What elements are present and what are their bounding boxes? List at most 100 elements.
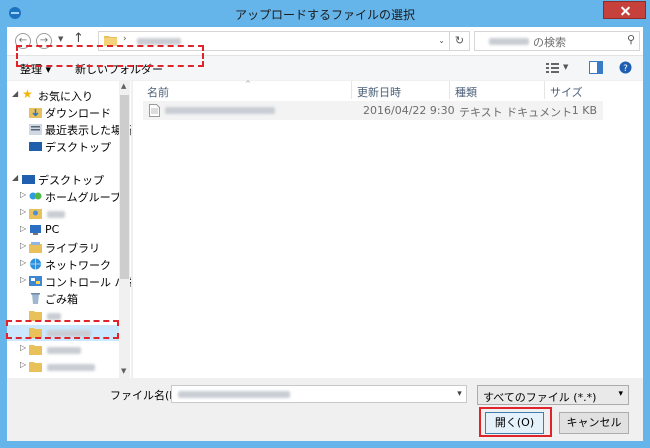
nav-desktop-label: デスクトップ bbox=[38, 174, 104, 187]
dialog-body: ← → ▼ ↑ › ⌄ ↻ の検索 ⚲ 整理 ▾ 新しいフォルダー ▼ ? ◢ … bbox=[7, 27, 643, 441]
column-divider[interactable] bbox=[351, 81, 352, 99]
nav-libraries-label: ライブラリ bbox=[45, 242, 100, 255]
file-dialog-window: アップロードするファイルの選択 ← → ▼ ↑ › ⌄ ↻ の検索 ⚲ 整理 ▾… bbox=[0, 0, 650, 448]
expand-arrow-icon[interactable]: ▷ bbox=[20, 343, 26, 352]
recent-places-icon bbox=[29, 124, 42, 135]
nav-homegroup-label: ホームグループ bbox=[45, 191, 122, 204]
column-header-size[interactable]: サイズ bbox=[550, 84, 583, 102]
blurred-user-name bbox=[47, 211, 65, 218]
file-list-pane: ^ 名前 更新日時 種類 サイズ 2016/04/22 9:30 テキスト ドキ… bbox=[16, 45, 643, 378]
downloads-folder-icon bbox=[29, 108, 42, 118]
desktop-icon bbox=[22, 175, 35, 184]
desktop-icon bbox=[29, 142, 42, 151]
recycle-bin-icon bbox=[31, 293, 40, 304]
column-header-name[interactable]: 名前 bbox=[147, 84, 169, 102]
scroll-thumb[interactable] bbox=[120, 95, 129, 279]
blurred-folder-name bbox=[47, 347, 81, 354]
nav-libraries[interactable]: ▷ ライブラリ bbox=[7, 240, 119, 256]
expand-arrow-icon[interactable]: ▷ bbox=[20, 207, 26, 216]
network-icon bbox=[30, 258, 41, 270]
column-divider[interactable] bbox=[544, 81, 545, 99]
expand-arrow-icon[interactable]: ▷ bbox=[20, 275, 26, 284]
file-type: テキスト ドキュメント bbox=[459, 106, 573, 119]
pc-icon bbox=[30, 225, 41, 235]
filter-dropdown-icon[interactable]: ▾ bbox=[618, 389, 623, 399]
file-type-filter[interactable]: すべてのファイル (*.*) ▾ bbox=[477, 385, 629, 405]
column-divider[interactable] bbox=[449, 81, 450, 99]
nav-desktop-favorite[interactable]: デスクトップ bbox=[7, 139, 119, 155]
view-dropdown-icon[interactable]: ▼ bbox=[563, 63, 568, 71]
recent-locations-icon[interactable]: ▼ bbox=[58, 35, 63, 43]
nav-scrollbar[interactable]: ▲ ▼ bbox=[119, 81, 130, 378]
title-bar[interactable]: アップロードするファイルの選択 bbox=[0, 0, 650, 27]
nav-downloads[interactable]: ダウンロード bbox=[7, 105, 119, 121]
blurred-file-name bbox=[165, 107, 275, 114]
blurred-folder-name bbox=[489, 38, 529, 45]
preview-pane-icon[interactable] bbox=[589, 61, 603, 74]
star-icon: ★ bbox=[22, 87, 33, 101]
highlight-folder-annotation bbox=[6, 320, 119, 339]
collapse-arrow-icon[interactable]: ◢ bbox=[12, 89, 18, 98]
nav-recycle-label: ごみ箱 bbox=[45, 293, 78, 306]
collapse-arrow-icon[interactable]: ◢ bbox=[12, 173, 18, 182]
blurred-folder-name bbox=[47, 364, 95, 371]
nav-desktop[interactable]: ◢ デスクトップ bbox=[7, 172, 119, 188]
file-type-filter-value: すべてのファイル (*.*) bbox=[483, 391, 597, 404]
svg-text:?: ? bbox=[623, 64, 628, 74]
text-file-icon bbox=[149, 104, 160, 117]
column-header-date[interactable]: 更新日時 bbox=[357, 84, 401, 102]
folder-icon bbox=[29, 362, 42, 372]
sort-ascending-icon: ^ bbox=[245, 80, 251, 88]
scroll-up-icon[interactable]: ▲ bbox=[121, 82, 126, 90]
filename-input[interactable] bbox=[171, 385, 467, 403]
nav-homegroup[interactable]: ▷ ホームグループ bbox=[7, 189, 122, 205]
nav-folder-b[interactable]: ▷ bbox=[7, 342, 119, 358]
nav-downloads-label: ダウンロード bbox=[45, 107, 111, 120]
blurred-file-name bbox=[178, 391, 290, 398]
up-arrow-icon[interactable]: ↑ bbox=[73, 31, 84, 46]
nav-pc[interactable]: ▷ PC bbox=[7, 223, 119, 239]
nav-folder-c[interactable]: ▷ bbox=[7, 359, 119, 375]
refresh-button[interactable]: ↻ bbox=[450, 31, 470, 51]
expand-arrow-icon[interactable]: ▷ bbox=[20, 258, 26, 267]
blurred-folder-name bbox=[47, 313, 61, 320]
homegroup-icon bbox=[29, 192, 42, 200]
folder-icon bbox=[29, 345, 42, 355]
close-button[interactable] bbox=[603, 1, 646, 19]
expand-arrow-icon[interactable]: ▷ bbox=[20, 360, 26, 369]
search-input[interactable]: の検索 ⚲ bbox=[474, 31, 640, 51]
scroll-down-icon[interactable]: ▼ bbox=[121, 367, 126, 375]
libraries-icon bbox=[29, 242, 42, 253]
user-folder-icon bbox=[29, 209, 42, 219]
blurred-path bbox=[137, 38, 181, 45]
control-panel-icon bbox=[29, 276, 42, 286]
cancel-button[interactable]: キャンセル bbox=[559, 412, 629, 434]
nav-desktop-fav-label: デスクトップ bbox=[45, 141, 111, 154]
highlight-file-annotation bbox=[16, 45, 204, 67]
window-title: アップロードするファイルの選択 bbox=[234, 8, 415, 22]
nav-control-panel[interactable]: ▷ コントロール パネル bbox=[7, 274, 148, 290]
nav-favorites-label: お気に入り bbox=[38, 90, 93, 103]
address-chevron-icon: › bbox=[123, 34, 127, 44]
search-icon: ⚲ bbox=[626, 33, 635, 46]
file-row[interactable]: 2016/04/22 9:30 テキスト ドキュメント 1 KB bbox=[143, 101, 603, 120]
filename-dropdown-icon[interactable]: ▾ bbox=[453, 386, 466, 402]
nav-pc-label: PC bbox=[45, 223, 60, 236]
nav-recycle-bin[interactable]: ごみ箱 bbox=[7, 291, 119, 307]
nav-favorites[interactable]: ◢ ★ お気に入り bbox=[7, 87, 119, 104]
highlight-open-button-annotation bbox=[479, 407, 552, 437]
address-dropdown-icon[interactable]: ⌄ bbox=[438, 36, 445, 45]
expand-arrow-icon[interactable]: ▷ bbox=[20, 241, 26, 250]
view-options-icon[interactable] bbox=[546, 62, 559, 74]
nav-network[interactable]: ▷ ネットワーク bbox=[7, 257, 119, 273]
nav-recent-places[interactable]: 最近表示した場所 bbox=[7, 122, 133, 138]
help-icon[interactable]: ? bbox=[619, 61, 632, 74]
column-header-type[interactable]: 種類 bbox=[455, 84, 477, 102]
nav-network-label: ネットワーク bbox=[45, 259, 111, 272]
nav-user-folder[interactable]: ▷ bbox=[7, 206, 119, 222]
file-date: 2016/04/22 9:30 bbox=[363, 104, 455, 117]
search-placeholder: の検索 bbox=[533, 36, 566, 49]
expand-arrow-icon[interactable]: ▷ bbox=[20, 224, 26, 233]
expand-arrow-icon[interactable]: ▷ bbox=[20, 190, 26, 199]
file-size: 1 KB bbox=[571, 104, 597, 117]
